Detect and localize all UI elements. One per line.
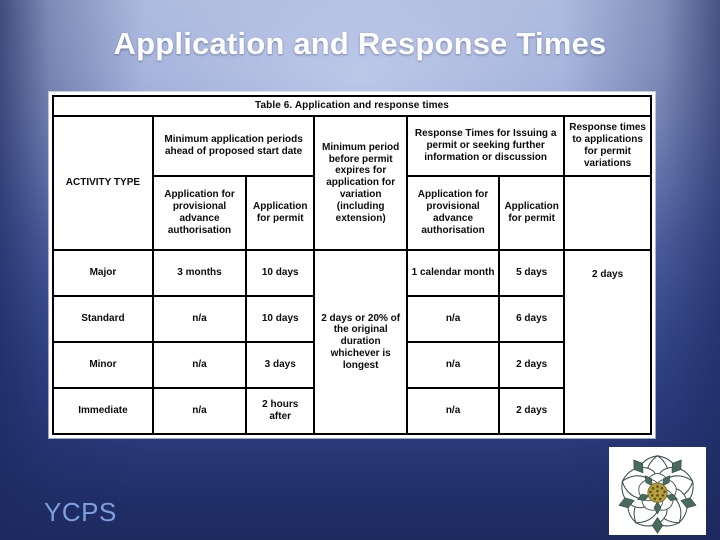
cell-resp-for-permit: 6 days xyxy=(498,295,566,343)
cell-activity-type: Major xyxy=(52,249,154,297)
cell-resp-provisional-advance: n/a xyxy=(405,341,501,389)
cell-activity-type: Minor xyxy=(52,341,154,389)
page-title: Application and Response Times xyxy=(113,26,607,61)
cell-resp-for-permit: 5 days xyxy=(498,249,566,297)
subheader-application-provisional-advance: Application for provisional advance auth… xyxy=(151,175,248,251)
footer-label: YCPS xyxy=(44,497,117,527)
cell-app-provisional-advance: n/a xyxy=(151,341,248,389)
cell-app-provisional-advance: n/a xyxy=(151,295,248,343)
header-activity-type: ACTIVITY TYPE xyxy=(52,115,154,251)
cell-resp-for-permit: 2 days xyxy=(498,387,566,435)
yorkshire-rose-icon-graphic xyxy=(613,447,702,535)
header-response-times-variations: Response times to applications for permi… xyxy=(563,115,652,177)
cell-activity-type: Immediate xyxy=(52,387,154,435)
subheader-response-for-permit: Application for permit xyxy=(498,175,566,251)
subheader-application-for-permit: Application for permit xyxy=(245,175,316,251)
cell-response-variations-merged: 2 days xyxy=(563,249,652,435)
subheader-response-provisional-advance: Application for provisional advance auth… xyxy=(405,175,501,251)
presentation-slide: Application and Response Times Table 6. … xyxy=(0,0,720,540)
yorkshire-rose-icon xyxy=(609,447,706,535)
cell-app-provisional-advance: n/a xyxy=(151,387,248,435)
header-min-period-before-expiry: Minimum period before permit expires for… xyxy=(313,115,408,251)
cell-resp-provisional-advance: 1 calendar month xyxy=(405,249,501,297)
cell-app-for-permit: 2 hours after xyxy=(245,387,316,435)
response-times-table-image: Table 6. Application and response times … xyxy=(49,92,655,438)
cell-resp-provisional-advance: n/a xyxy=(405,387,501,435)
cell-app-for-permit: 3 days xyxy=(245,341,316,389)
cell-resp-for-permit: 2 days xyxy=(498,341,566,389)
cell-app-provisional-advance: 3 months xyxy=(151,249,248,297)
table-row: Major 3 months 10 days 2 days or 20% of … xyxy=(52,249,652,435)
cell-app-for-permit: 10 days xyxy=(245,249,316,297)
cell-activity-type: Standard xyxy=(52,295,154,343)
subheader-variations-blank xyxy=(563,175,652,251)
cell-app-for-permit: 10 days xyxy=(245,295,316,343)
table-caption-row: Table 6. Application and response times xyxy=(52,94,652,118)
header-min-application-periods: Minimum application periods ahead of pro… xyxy=(151,115,316,177)
cell-resp-provisional-advance: n/a xyxy=(405,295,501,343)
table-caption: Table 6. Application and response times xyxy=(52,94,652,118)
response-times-table: Table 6. Application and response times … xyxy=(52,94,652,435)
header-response-times-issuing: Response Times for Issuing a permit or s… xyxy=(405,115,566,177)
cell-min-period-before-expiry-merged: 2 days or 20% of the original duration w… xyxy=(313,249,408,435)
table-header-row-1: ACTIVITY TYPE Minimum application period… xyxy=(52,115,652,251)
